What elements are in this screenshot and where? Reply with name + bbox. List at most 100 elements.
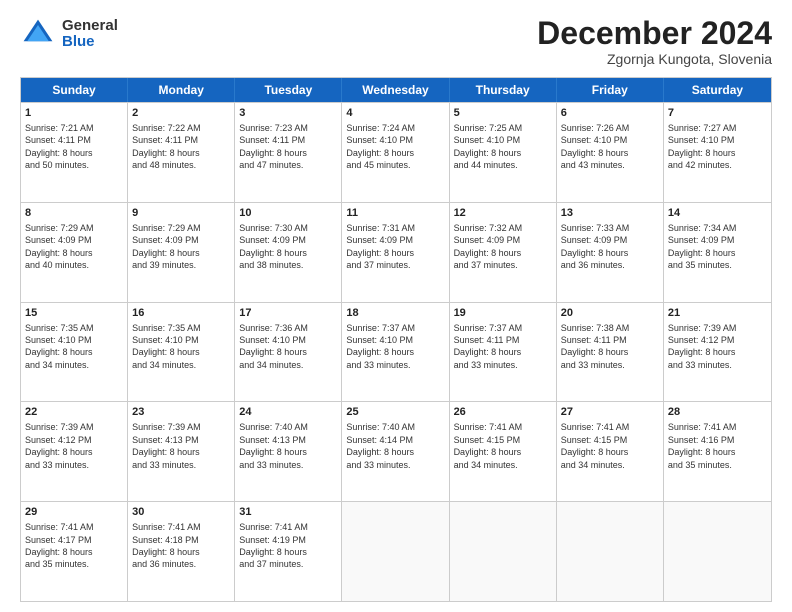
day-number: 6 xyxy=(561,106,659,121)
cell-content: Sunrise: 7:37 AM Sunset: 4:11 PM Dayligh… xyxy=(454,323,523,370)
day-number: 18 xyxy=(346,306,444,321)
cal-cell-1: 1 Sunrise: 7:21 AM Sunset: 4:11 PM Daylig… xyxy=(21,103,128,202)
calendar-row-1: 1 Sunrise: 7:21 AM Sunset: 4:11 PM Daylig… xyxy=(21,102,771,202)
cal-cell-24: 24 Sunrise: 7:40 AM Sunset: 4:13 PM Dayli… xyxy=(235,402,342,501)
cell-content: Sunrise: 7:24 AM Sunset: 4:10 PM Dayligh… xyxy=(346,123,415,170)
day-number: 3 xyxy=(239,106,337,121)
cal-cell-22: 22 Sunrise: 7:39 AM Sunset: 4:12 PM Dayli… xyxy=(21,402,128,501)
header-day-sunday: Sunday xyxy=(21,78,128,102)
header-day-wednesday: Wednesday xyxy=(342,78,449,102)
cal-cell-8: 8 Sunrise: 7:29 AM Sunset: 4:09 PM Daylig… xyxy=(21,203,128,302)
header-day-monday: Monday xyxy=(128,78,235,102)
day-number: 31 xyxy=(239,505,337,520)
cal-cell-empty xyxy=(664,502,771,601)
page: General Blue December 2024 Zgornja Kungo… xyxy=(0,0,792,612)
cal-cell-3: 3 Sunrise: 7:23 AM Sunset: 4:11 PM Daylig… xyxy=(235,103,342,202)
day-number: 9 xyxy=(132,206,230,221)
cell-content: Sunrise: 7:41 AM Sunset: 4:15 PM Dayligh… xyxy=(561,422,630,469)
header-day-saturday: Saturday xyxy=(664,78,771,102)
day-number: 1 xyxy=(25,106,123,121)
day-number: 11 xyxy=(346,206,444,221)
cell-content: Sunrise: 7:39 AM Sunset: 4:12 PM Dayligh… xyxy=(668,323,737,370)
cal-cell-31: 31 Sunrise: 7:41 AM Sunset: 4:19 PM Dayli… xyxy=(235,502,342,601)
cal-cell-13: 13 Sunrise: 7:33 AM Sunset: 4:09 PM Dayli… xyxy=(557,203,664,302)
cell-content: Sunrise: 7:30 AM Sunset: 4:09 PM Dayligh… xyxy=(239,223,308,270)
cal-cell-23: 23Sunrise: 7:39 AM Sunset: 4:13 PM Dayli… xyxy=(128,402,235,501)
cell-content: Sunrise: 7:21 AM Sunset: 4:11 PM Dayligh… xyxy=(25,123,94,170)
day-number: 2 xyxy=(132,106,230,121)
day-number: 13 xyxy=(561,206,659,221)
cal-cell-26: 26Sunrise: 7:41 AM Sunset: 4:15 PM Dayli… xyxy=(450,402,557,501)
day-number: 16 xyxy=(132,306,230,321)
calendar-header: SundayMondayTuesdayWednesdayThursdayFrid… xyxy=(21,78,771,102)
location-subtitle: Zgornja Kungota, Slovenia xyxy=(537,51,772,67)
cell-content: Sunrise: 7:41 AM Sunset: 4:19 PM Dayligh… xyxy=(239,522,308,569)
day-number: 5 xyxy=(454,106,552,121)
day-number: 7 xyxy=(668,106,767,121)
calendar-row-3: 15 Sunrise: 7:35 AM Sunset: 4:10 PM Dayli… xyxy=(21,302,771,402)
day-number: 10 xyxy=(239,206,337,221)
day-number: 28 xyxy=(668,405,767,420)
cal-cell-5: 5 Sunrise: 7:25 AM Sunset: 4:10 PM Daylig… xyxy=(450,103,557,202)
cell-content: Sunrise: 7:36 AM Sunset: 4:10 PM Dayligh… xyxy=(239,323,308,370)
cell-content: Sunrise: 7:35 AM Sunset: 4:10 PM Dayligh… xyxy=(132,323,201,370)
day-number: 21 xyxy=(668,306,767,321)
cell-content: Sunrise: 7:33 AM Sunset: 4:09 PM Dayligh… xyxy=(561,223,630,270)
cal-cell-empty xyxy=(450,502,557,601)
cal-cell-6: 6 Sunrise: 7:26 AM Sunset: 4:10 PM Daylig… xyxy=(557,103,664,202)
cal-cell-20: 20Sunrise: 7:38 AM Sunset: 4:11 PM Dayli… xyxy=(557,303,664,402)
cal-cell-25: 25 Sunrise: 7:40 AM Sunset: 4:14 PM Dayli… xyxy=(342,402,449,501)
cell-content: Sunrise: 7:39 AM Sunset: 4:13 PM Dayligh… xyxy=(132,422,201,469)
day-number: 25 xyxy=(346,405,444,420)
cal-cell-16: 16 Sunrise: 7:35 AM Sunset: 4:10 PM Dayli… xyxy=(128,303,235,402)
day-number: 19 xyxy=(454,306,552,321)
cal-cell-17: 17Sunrise: 7:36 AM Sunset: 4:10 PM Dayli… xyxy=(235,303,342,402)
cell-content: Sunrise: 7:23 AM Sunset: 4:11 PM Dayligh… xyxy=(239,123,308,170)
cell-content: Sunrise: 7:40 AM Sunset: 4:13 PM Dayligh… xyxy=(239,422,308,469)
day-number: 12 xyxy=(454,206,552,221)
cell-content: Sunrise: 7:32 AM Sunset: 4:09 PM Dayligh… xyxy=(454,223,523,270)
cell-content: Sunrise: 7:41 AM Sunset: 4:17 PM Dayligh… xyxy=(25,522,94,569)
logo-general-label: General xyxy=(62,18,118,35)
cal-cell-21: 21 Sunrise: 7:39 AM Sunset: 4:12 PM Dayli… xyxy=(664,303,771,402)
header: General Blue December 2024 Zgornja Kungo… xyxy=(20,16,772,67)
day-number: 8 xyxy=(25,206,123,221)
cell-content: Sunrise: 7:22 AM Sunset: 4:11 PM Dayligh… xyxy=(132,123,201,170)
cal-cell-19: 19 Sunrise: 7:37 AM Sunset: 4:11 PM Dayli… xyxy=(450,303,557,402)
day-number: 30 xyxy=(132,505,230,520)
day-number: 27 xyxy=(561,405,659,420)
cell-content: Sunrise: 7:40 AM Sunset: 4:14 PM Dayligh… xyxy=(346,422,415,469)
cal-cell-12: 12 Sunrise: 7:32 AM Sunset: 4:09 PM Dayli… xyxy=(450,203,557,302)
cell-content: Sunrise: 7:27 AM Sunset: 4:10 PM Dayligh… xyxy=(668,123,737,170)
day-number: 20 xyxy=(561,306,659,321)
logo: General Blue xyxy=(20,16,118,52)
cal-cell-empty xyxy=(342,502,449,601)
cal-cell-14: 14 Sunrise: 7:34 AM Sunset: 4:09 PM Dayli… xyxy=(664,203,771,302)
cal-cell-11: 11Sunrise: 7:31 AM Sunset: 4:09 PM Dayli… xyxy=(342,203,449,302)
calendar-row-4: 22 Sunrise: 7:39 AM Sunset: 4:12 PM Dayli… xyxy=(21,401,771,501)
header-day-tuesday: Tuesday xyxy=(235,78,342,102)
cell-content: Sunrise: 7:29 AM Sunset: 4:09 PM Dayligh… xyxy=(132,223,201,270)
title-block: December 2024 Zgornja Kungota, Slovenia xyxy=(537,16,772,67)
day-number: 29 xyxy=(25,505,123,520)
month-title: December 2024 xyxy=(537,16,772,51)
day-number: 14 xyxy=(668,206,767,221)
cal-cell-29: 29 Sunrise: 7:41 AM Sunset: 4:17 PM Dayli… xyxy=(21,502,128,601)
cal-cell-empty xyxy=(557,502,664,601)
day-number: 22 xyxy=(25,405,123,420)
day-number: 15 xyxy=(25,306,123,321)
cell-content: Sunrise: 7:39 AM Sunset: 4:12 PM Dayligh… xyxy=(25,422,94,469)
cell-content: Sunrise: 7:25 AM Sunset: 4:10 PM Dayligh… xyxy=(454,123,523,170)
cell-content: Sunrise: 7:41 AM Sunset: 4:15 PM Dayligh… xyxy=(454,422,523,469)
cal-cell-27: 27 Sunrise: 7:41 AM Sunset: 4:15 PM Dayli… xyxy=(557,402,664,501)
cell-content: Sunrise: 7:37 AM Sunset: 4:10 PM Dayligh… xyxy=(346,323,415,370)
cal-cell-15: 15Sunrise: 7:35 AM Sunset: 4:10 PM Dayli… xyxy=(21,303,128,402)
cell-content: Sunrise: 7:41 AM Sunset: 4:18 PM Dayligh… xyxy=(132,522,201,569)
calendar-row-2: 8 Sunrise: 7:29 AM Sunset: 4:09 PM Daylig… xyxy=(21,202,771,302)
cal-cell-7: 7 Sunrise: 7:27 AM Sunset: 4:10 PM Daylig… xyxy=(664,103,771,202)
cell-content: Sunrise: 7:26 AM Sunset: 4:10 PM Dayligh… xyxy=(561,123,630,170)
cal-cell-10: 10 Sunrise: 7:30 AM Sunset: 4:09 PM Dayli… xyxy=(235,203,342,302)
cell-content: Sunrise: 7:34 AM Sunset: 4:09 PM Dayligh… xyxy=(668,223,737,270)
day-number: 24 xyxy=(239,405,337,420)
cell-content: Sunrise: 7:29 AM Sunset: 4:09 PM Dayligh… xyxy=(25,223,94,270)
